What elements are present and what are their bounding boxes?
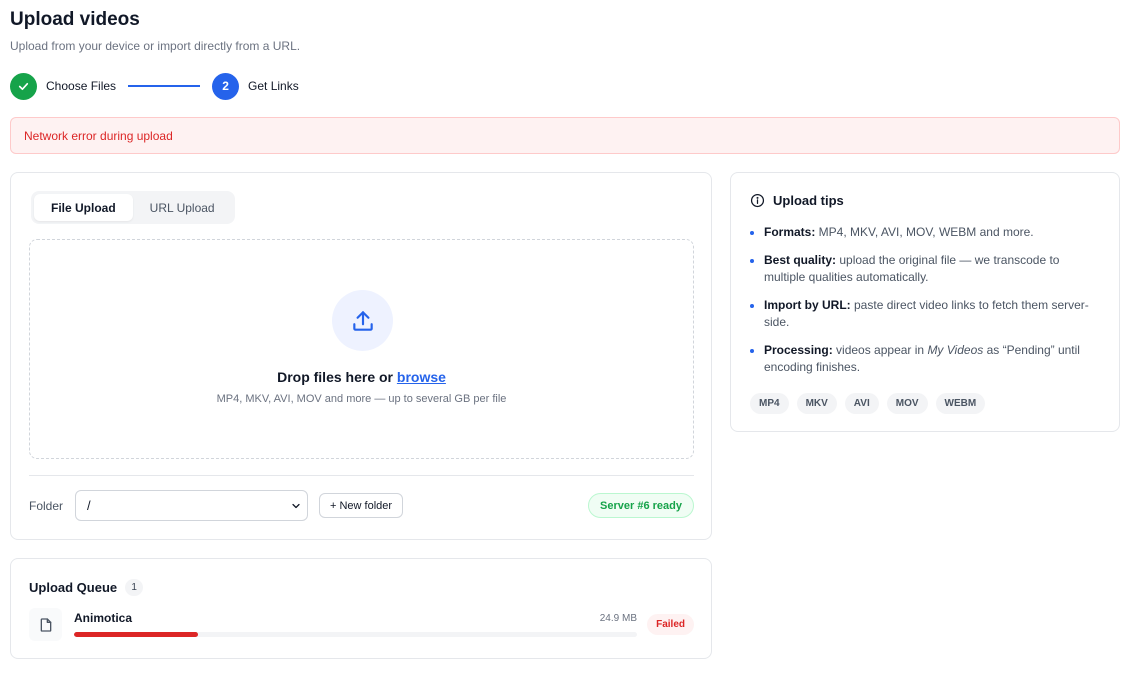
file-dropzone[interactable]: Drop files here or browse MP4, MKV, AVI,… [29,239,694,459]
folder-row: Folder / + New folder Server #6 ready [29,490,694,522]
queue-header: Upload Queue 1 [29,579,144,596]
step-get-links-indicator: 2 [212,72,240,100]
new-folder-button[interactable]: + New folder [319,493,404,518]
tip-processing-label: Processing: [764,343,833,357]
queue-item-size: 24.9 MB [599,613,637,624]
tips-card: Upload tips Formats: MP4, MKV, AVI, MOV,… [730,172,1120,432]
step-get-links-label: Get Links [248,79,299,93]
step-connector [128,85,201,87]
upload-icon [332,290,393,351]
chevron-down-icon [292,503,300,509]
folder-select[interactable]: / [75,490,308,521]
file-icon [29,608,62,641]
stepper: Choose Files 2 Get Links [10,72,299,100]
tip-quality: Best quality: upload the original file —… [750,252,1100,286]
upload-page: Upload videos Upload from your device or… [0,0,1134,675]
queue-item-name: Animotica [74,611,133,625]
folder-label: Folder [29,499,64,513]
tip-formats-text: MP4, MKV, AVI, MOV, WEBM and more. [815,225,1034,239]
dropzone-title-text: Drop files here or [277,369,397,385]
tip-processing: Processing: videos appear in My Videos a… [750,342,1100,376]
tip-formats: Formats: MP4, MKV, AVI, MOV, WEBM and mo… [750,224,1100,241]
upload-tabs: File Upload URL Upload [31,191,235,224]
tip-import: Import by URL: paste direct video links … [750,297,1100,331]
tips-header: Upload tips [750,193,844,208]
divider [29,475,694,476]
tab-file-upload[interactable]: File Upload [34,194,133,221]
format-chip: MOV [886,393,928,414]
format-chip: MKV [796,393,837,414]
server-status-badge: Server #6 ready [588,493,694,518]
tip-import-label: Import by URL: [764,298,851,312]
queue-item: Animotica 24.9 MB Failed [29,608,694,642]
tip-formats-label: Formats: [764,225,816,239]
step-choose-files-label: Choose Files [46,79,117,93]
tips-list: Formats: MP4, MKV, AVI, MOV, WEBM and mo… [750,224,1100,387]
queue-title: Upload Queue [29,580,118,595]
format-chip: AVI [844,393,879,414]
folder-select-value: / [87,498,91,513]
queue-item-progress-bar [74,632,637,637]
format-chip: MP4 [750,393,789,414]
upload-card: File Upload URL Upload Drop files here o… [10,172,712,540]
dropzone-subtitle: MP4, MKV, AVI, MOV and more — up to seve… [216,393,507,405]
step-choose-files-indicator [10,72,37,100]
tab-url-upload[interactable]: URL Upload [133,194,232,221]
dropzone-title: Drop files here or browse [30,369,693,385]
info-icon [750,193,765,208]
queue-item-status-badge: Failed [647,614,694,635]
format-chips: MP4 MKV AVI MOV WEBM [750,393,986,414]
error-banner: Network error during upload [10,117,1120,154]
tip-processing-emphasis: My Videos [927,343,984,357]
page-title: Upload videos [10,9,140,30]
check-icon [18,82,29,90]
queue-item-progress-fill [74,632,198,637]
tips-title: Upload tips [773,193,844,208]
page-subtitle: Upload from your device or import direct… [10,39,301,53]
queue-count-badge: 1 [125,579,144,596]
format-chip: WEBM [935,393,986,414]
browse-link[interactable]: browse [397,369,446,385]
tip-processing-text-before: videos appear in [832,343,928,357]
upload-queue-card: Upload Queue 1 Animotica 24.9 MB Failed [10,558,712,659]
tip-quality-label: Best quality: [764,253,837,267]
